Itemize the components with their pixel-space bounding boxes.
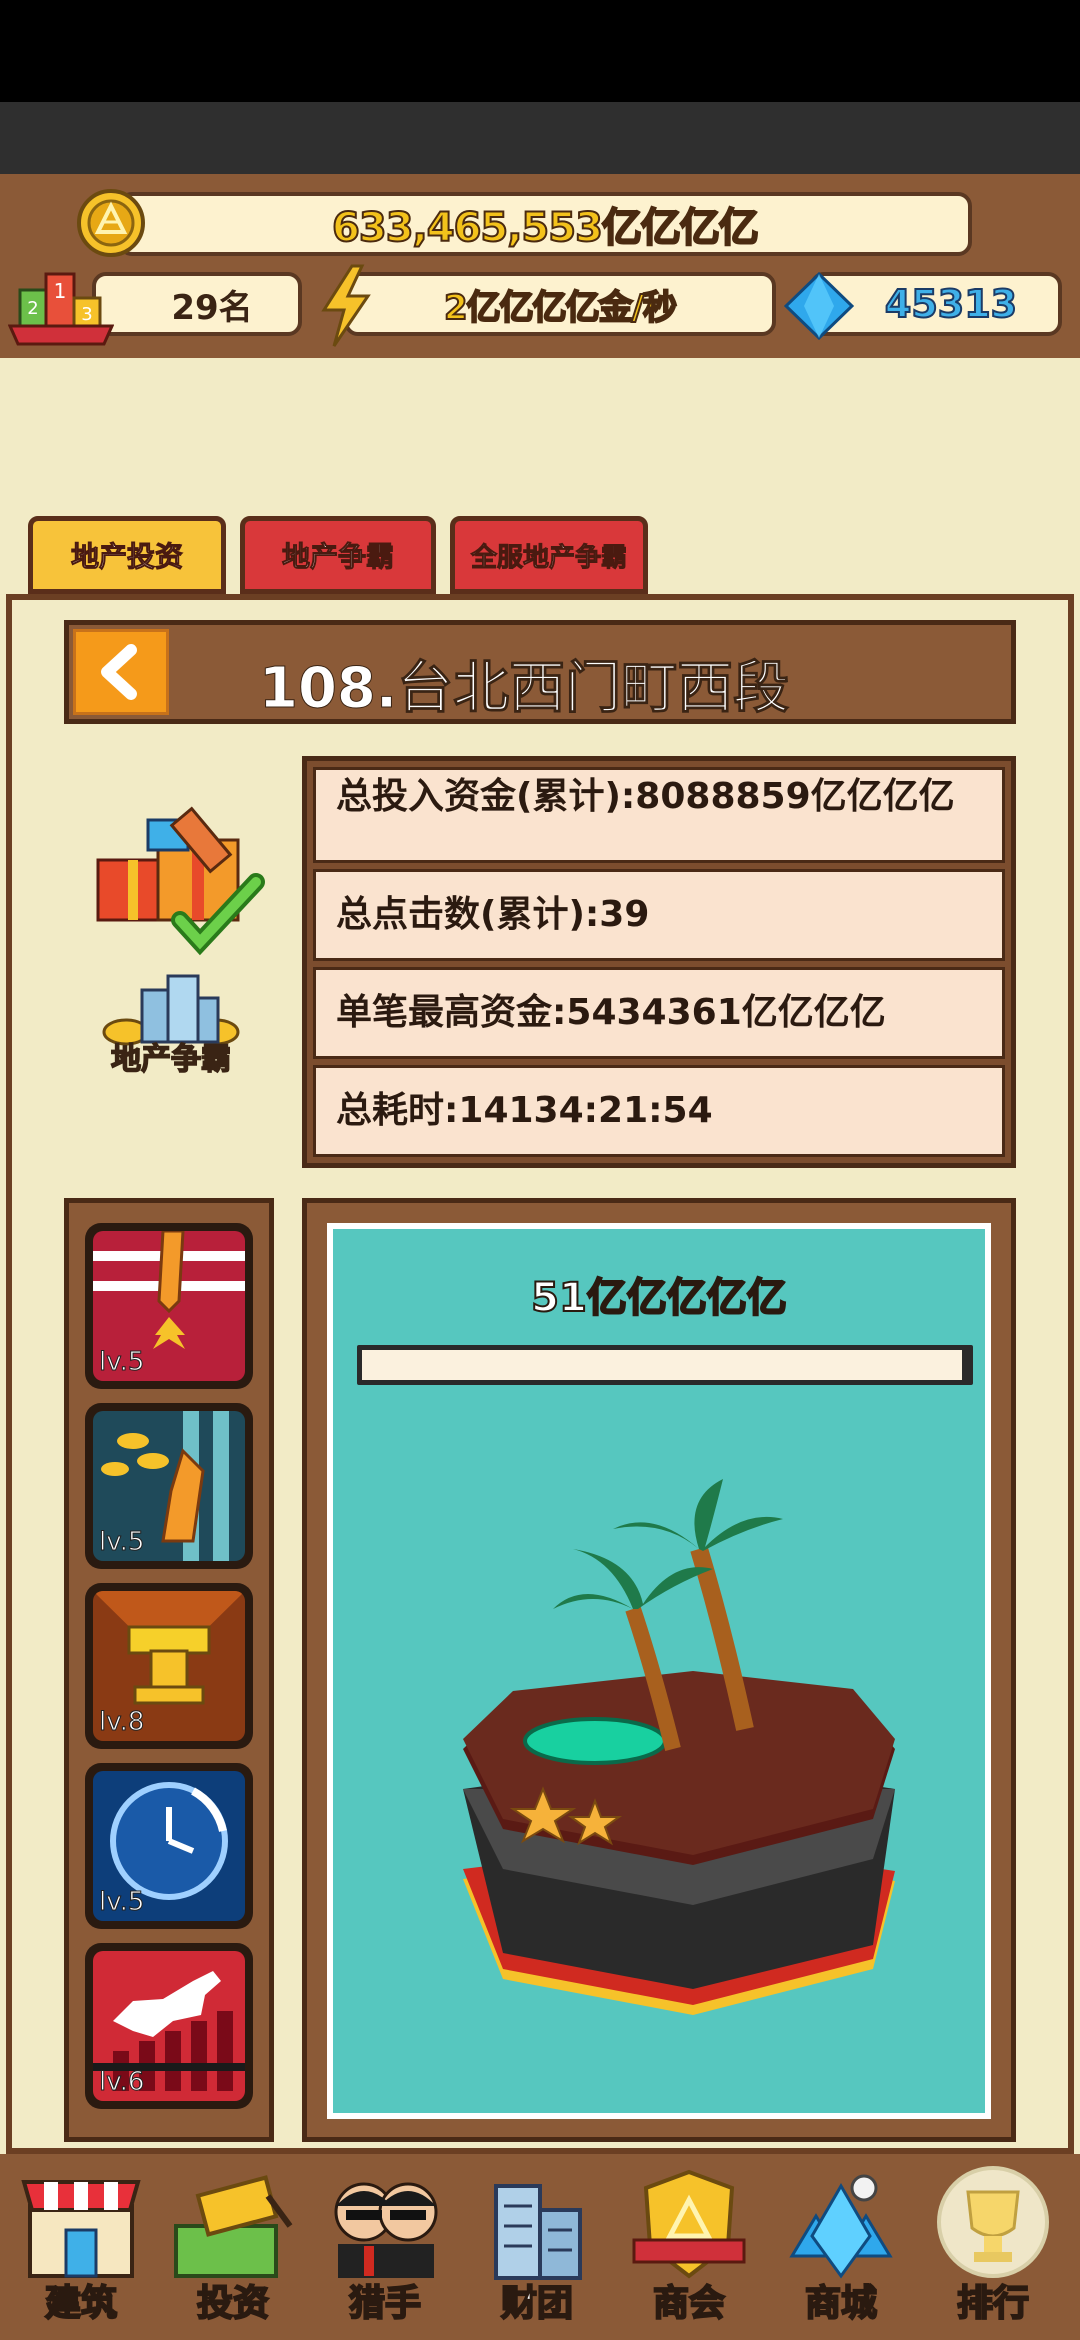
- stat-total-time: 总耗时:14134:21:54: [313, 1065, 1005, 1157]
- nav-shop[interactable]: 商城: [766, 2162, 916, 2334]
- diamond-shop-icon: [789, 2174, 893, 2279]
- nav-consortium[interactable]: 财团: [462, 2162, 612, 2334]
- nav-label: 排行: [956, 2282, 1030, 2325]
- resource-bar: 633,465,553亿亿亿亿 29名 2 1 3 2亿亿亿亿金/秒 45313: [0, 174, 1080, 358]
- tap-area[interactable]: 51亿亿亿亿亿: [327, 1223, 991, 2119]
- svg-text:1: 1: [54, 279, 67, 303]
- spacer-band: [0, 358, 1080, 508]
- nav-label: 建筑: [44, 2282, 118, 2325]
- skill-level: lv.5: [98, 1347, 145, 1378]
- gold-value: 633,465,553亿亿亿亿: [331, 204, 760, 252]
- nav-guild[interactable]: 商会: [614, 2162, 764, 2334]
- district-title-bar: 108.台北西门町西段: [64, 620, 1016, 724]
- tab-property-battle[interactable]: 地产争霸: [240, 516, 436, 594]
- nav-hunters[interactable]: 猎手: [310, 2162, 460, 2334]
- gold-pill: 633,465,553亿亿亿亿: [118, 192, 972, 256]
- chevron-left-icon: [101, 644, 137, 700]
- stat-total-clicks-text: 总点击数(累计):39: [336, 894, 650, 936]
- nav-label: 商城: [804, 2282, 878, 2325]
- buildings-icon: [494, 2184, 582, 2280]
- nav-label: 投资: [196, 2282, 270, 2325]
- podium-icon: 2 1 3: [7, 264, 115, 348]
- skill-level: lv.5: [98, 1887, 145, 1918]
- stat-total-clicks: 总点击数(累计):39: [313, 869, 1005, 961]
- skill-golden-anvil[interactable]: lv.8: [85, 1583, 253, 1749]
- top-dark-band: [0, 102, 1080, 174]
- gold-coin-icon: [76, 188, 146, 258]
- skill-level: lv.5: [98, 1527, 145, 1558]
- nav-label: 商会: [652, 2282, 726, 2325]
- hunters-icon: [334, 2182, 438, 2278]
- skill-level: lv.8: [98, 1707, 145, 1738]
- island-building-image: [463, 1479, 895, 2015]
- game-frame: 51亿亿亿亿亿: [302, 1198, 1016, 2142]
- svg-text:3: 3: [81, 304, 92, 325]
- skill-coin-grab[interactable]: lv.5: [85, 1403, 253, 1569]
- income-rate: 2亿亿亿亿金/秒: [443, 287, 678, 329]
- nav-ranking[interactable]: 排行: [918, 2162, 1068, 2334]
- invest-icon: [174, 2175, 293, 2278]
- district-title: 108.台北西门町西段: [258, 656, 790, 722]
- status-bar: [0, 0, 1080, 102]
- district-stats-panel: 总投入资金(累计):8088859亿亿亿亿 总点击数(累计):39 单笔最高资金…: [302, 756, 1016, 1168]
- bottom-navigation: 建筑 投资 猎手 财团 商会 商城 排行: [0, 2154, 1080, 2340]
- skill-level: lv.6: [98, 2067, 145, 2098]
- nav-label: 猎手: [348, 2282, 422, 2325]
- rank-pill[interactable]: 29名: [92, 272, 302, 336]
- nav-invest[interactable]: 投资: [158, 2162, 308, 2334]
- trophy-icon: [937, 2166, 1049, 2278]
- tab-label: 地产争霸: [281, 540, 394, 574]
- gem-count: 45313: [884, 281, 1018, 327]
- gift-reward-icon[interactable]: [88, 790, 278, 960]
- diamond-icon: [783, 271, 855, 341]
- skill-bull-market[interactable]: lv.6: [85, 1943, 253, 2109]
- estate-battle-label: 地产争霸: [110, 1041, 232, 1078]
- guild-badge-icon: [632, 2169, 746, 2279]
- stat-total-time-text: 总耗时:14134:21:54: [336, 1090, 713, 1132]
- skills-column: lv.5 lv.5 lv.8 lv.5 lv.6: [64, 1198, 274, 2142]
- income-pill: 2亿亿亿亿金/秒: [344, 272, 776, 336]
- tab-property-investment[interactable]: 地产投资: [28, 516, 226, 594]
- tab-server-property-battle[interactable]: 全服地产争霸: [450, 516, 648, 594]
- skill-finger-tap[interactable]: lv.5: [85, 1223, 253, 1389]
- stat-total-invested: 总投入资金(累计):8088859亿亿亿亿: [313, 767, 1005, 863]
- stat-max-single-text: 单笔最高资金:5434361亿亿亿亿: [336, 992, 886, 1034]
- rank-value: 29名: [171, 287, 253, 328]
- nav-building[interactable]: 建筑: [6, 2162, 156, 2334]
- store-icon: [21, 2180, 141, 2278]
- stat-max-single-investment: 单笔最高资金:5434361亿亿亿亿: [313, 967, 1005, 1059]
- tab-label: 全服地产争霸: [470, 542, 627, 573]
- lightning-icon: [318, 264, 374, 348]
- back-button[interactable]: [73, 629, 169, 715]
- nav-label: 财团: [500, 2282, 574, 2325]
- svg-text:2: 2: [27, 298, 38, 319]
- skill-clock[interactable]: lv.5: [85, 1763, 253, 1929]
- tab-label: 地产投资: [70, 540, 183, 574]
